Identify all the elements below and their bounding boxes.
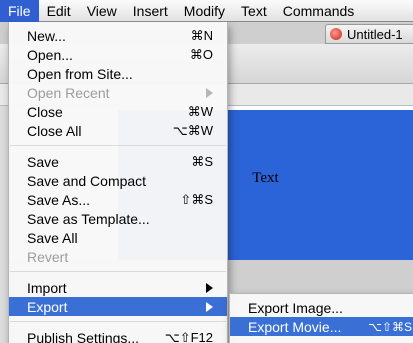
menu-item-close-all[interactable]: Close All ⌥⌘W [9,121,227,140]
menu-item-export-image[interactable]: Export Image... [230,298,413,317]
menu-item-publish-settings[interactable]: Publish Settings... ⌥⇧F12 [9,328,227,343]
menu-item-save-and-compact[interactable]: Save and Compact [9,171,227,190]
menu-text[interactable]: Text [233,0,275,22]
menu-item-export-movie[interactable]: Export Movie... ⌥⇧⌘S [230,317,413,336]
menu-item-new[interactable]: New... ⌘N [9,26,227,45]
menu-file[interactable]: File [0,0,39,22]
menu-edit[interactable]: Edit [39,0,79,22]
menu-item-export[interactable]: Export [9,297,227,316]
submenu-arrow-icon [206,87,213,98]
document-tab-title: Untitled-1 [347,26,403,42]
document-icon [330,28,342,40]
menu-item-open[interactable]: Open... ⌘O [9,45,227,64]
file-menu: New... ⌘N Open... ⌘O Open from Site... O… [8,22,228,343]
menu-commands[interactable]: Commands [275,0,363,22]
menu-separator [10,321,226,322]
menu-item-revert: Revert [27,248,69,265]
menu-separator [10,271,226,272]
menu-item-save-as[interactable]: Save As... ⇧⌘S [9,190,227,209]
menu-insert[interactable]: Insert [125,0,176,22]
menu-item-open-recent: Open Recent [9,83,227,102]
document-tab[interactable]: Untitled-1 [325,24,413,44]
submenu-arrow-icon [206,301,213,312]
menu-item-save-all[interactable]: Save All [9,228,227,247]
menu-view[interactable]: View [79,0,125,22]
menu-item-import[interactable]: Import [9,278,227,297]
export-submenu: Export Image... Export Movie... ⌥⇧⌘S [229,293,413,343]
menu-item-save[interactable]: Save ⌘S [9,152,227,171]
menu-modify[interactable]: Modify [176,0,233,22]
menu-item-save-as-template[interactable]: Save as Template... [9,209,227,228]
menu-item-open-from-site[interactable]: Open from Site... [9,64,227,83]
menu-bar: File Edit View Insert Modify Text Comman… [0,0,413,22]
menu-item-close[interactable]: Close ⌘W [9,102,227,121]
menu-separator [10,145,226,146]
submenu-arrow-icon [206,282,213,293]
